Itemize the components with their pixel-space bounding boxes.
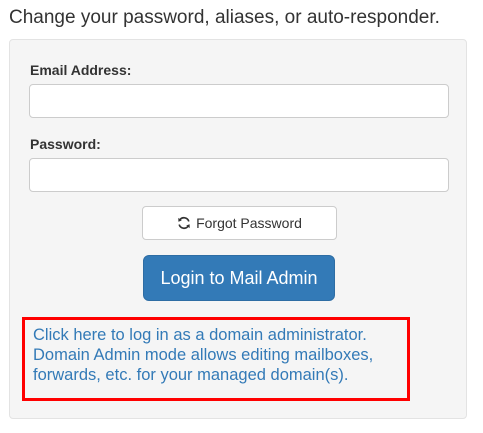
forgot-password-label: Forgot Password (196, 215, 302, 231)
domain-admin-highlight: Click here to log in as a domain adminis… (22, 317, 410, 401)
email-field[interactable] (29, 84, 449, 118)
refresh-icon (178, 216, 190, 230)
domain-admin-line-2: Domain Admin mode allows editing mailbox… (33, 346, 374, 364)
password-field[interactable] (29, 158, 449, 192)
login-button[interactable]: Login to Mail Admin (143, 255, 335, 301)
login-button-label: Login to Mail Admin (160, 267, 318, 288)
forgot-password-button[interactable]: Forgot Password (142, 206, 337, 240)
domain-admin-line-1: Click here to log in as a domain adminis… (33, 326, 367, 344)
password-label: Password: (30, 136, 101, 152)
email-label: Email Address: (30, 62, 132, 78)
domain-admin-line-3: forwards, etc. for your managed domain(s… (33, 366, 349, 384)
domain-admin-link[interactable]: Click here to log in as a domain adminis… (33, 325, 413, 385)
page: Change your password, aliases, or auto-r… (0, 0, 483, 433)
page-intro-text: Change your password, aliases, or auto-r… (9, 7, 440, 28)
login-panel: Email Address: Password: Forgot Password… (9, 39, 467, 419)
